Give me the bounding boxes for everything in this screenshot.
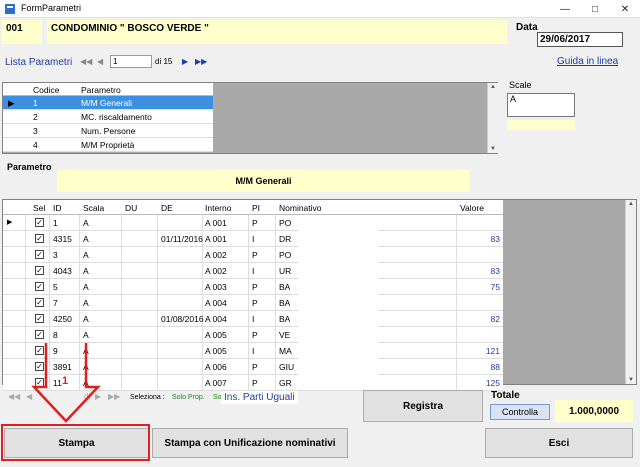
highlight-box (1, 424, 150, 461)
annotation-arrow-icon (31, 343, 101, 423)
annotation-step-number: 1 (62, 375, 69, 387)
